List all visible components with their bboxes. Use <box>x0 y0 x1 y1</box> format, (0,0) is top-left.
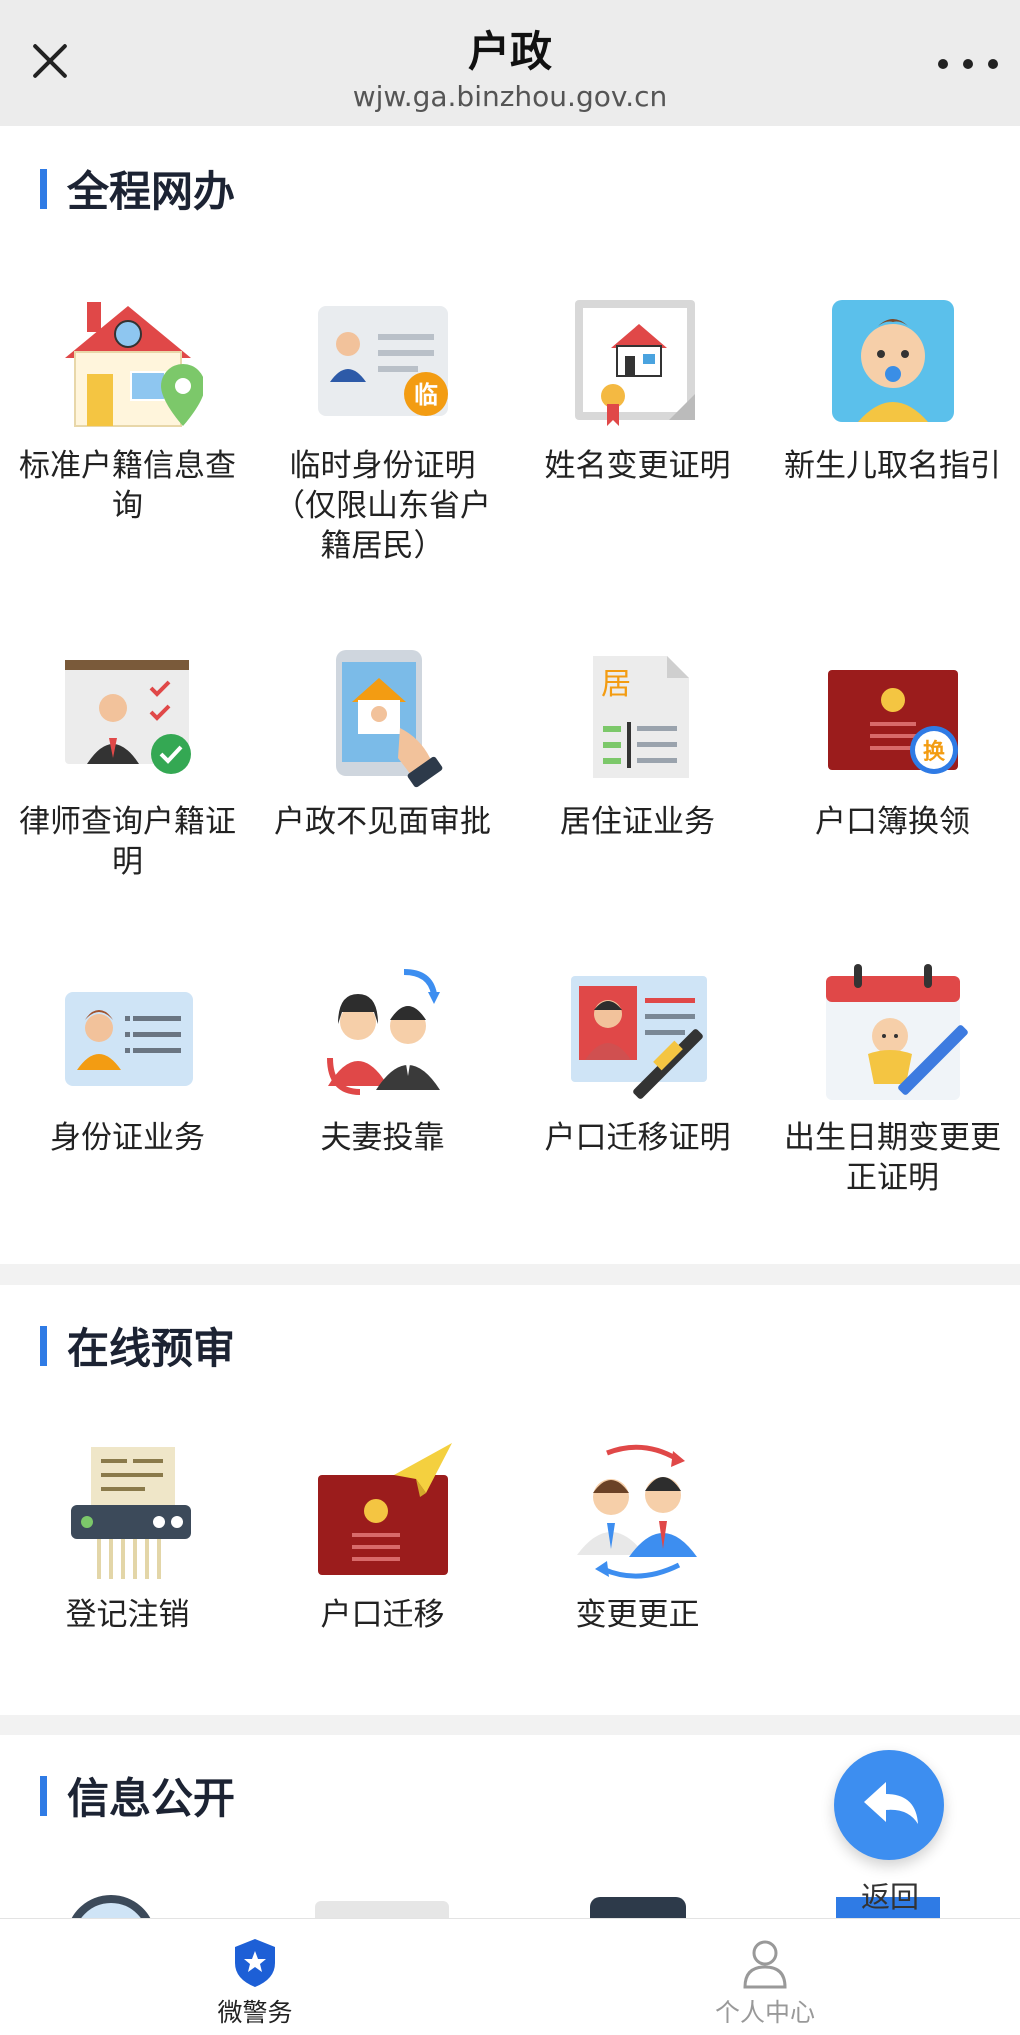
svg-text:临: 临 <box>414 381 438 409</box>
service-tile-birthdate-correction[interactable]: 出生日期变更更正证明 <box>765 958 1020 1198</box>
top-bar: 户政 wjw.ga.binzhou.gov.cn <box>0 0 1020 126</box>
tile-label: 身份证业务 <box>50 1120 205 1156</box>
tile-label: 户口簿换领 <box>815 804 970 840</box>
id-card-icon <box>53 958 203 1108</box>
nav-item-micro-police[interactable]: 微警务 <box>0 1919 510 2035</box>
people-swap-icon <box>563 1435 713 1585</box>
service-tile-name-change[interactable]: 姓名变更证明 <box>510 286 765 486</box>
section-title: 在线预审 <box>67 1324 236 1373</box>
nav-label: 个人中心 <box>714 1998 815 2027</box>
calendar-baby-icon <box>818 958 968 1108</box>
service-tile-deregistration[interactable]: 登记注销 <box>0 1435 255 1635</box>
lawyer-checklist-icon <box>53 642 203 792</box>
tile-label: 律师查询户籍证明 <box>19 804 236 880</box>
magnifier-icon <box>66 1895 156 1918</box>
residence-document-icon: 居 <box>563 642 713 792</box>
service-tile-change-correction[interactable]: 变更更正 <box>510 1435 765 1635</box>
tile-label: 居住证业务 <box>560 804 715 840</box>
shredder-icon <box>53 1435 203 1585</box>
service-tile-migration[interactable]: 户口迁移 <box>255 1435 510 1635</box>
bottom-nav: 微警务 个人中心 <box>0 1918 1020 2035</box>
section-online-review: 在线预审 登记注销 户口迁移 变更更正 <box>0 1285 1020 1715</box>
section-marker <box>40 1325 47 1366</box>
tile-label: 姓名变更证明 <box>544 448 731 484</box>
more-menu-icon[interactable] <box>938 44 998 84</box>
service-tile-newborn-naming[interactable]: 新生儿取名指引 <box>765 286 1020 486</box>
svg-text:居: 居 <box>601 667 631 702</box>
page-url: wjw.ga.binzhou.gov.cn <box>352 80 668 113</box>
service-tile-spouse-relocation[interactable]: 夫妻投靠 <box>255 958 510 1158</box>
tile-label: 新生儿取名指引 <box>784 448 1001 484</box>
service-tile-lawyer-query[interactable]: 律师查询户籍证明 <box>0 642 255 882</box>
section-full-online: 全程网办 标准户籍信息查询 临 临时身份证明（仅限山东省户籍居民） 姓名变更证明… <box>0 126 1020 1264</box>
tile-label: 登记注销 <box>65 1597 190 1633</box>
section-marker <box>40 168 47 209</box>
section-marker <box>40 1775 47 1816</box>
tablet-touch-icon <box>308 642 458 792</box>
tile-label: 变更更正 <box>575 1597 700 1633</box>
service-tile-id-card[interactable]: 身份证业务 <box>0 958 255 1158</box>
service-tile-contactless-approval[interactable]: 户政不见面审批 <box>255 642 510 842</box>
person-icon <box>741 1937 789 1989</box>
service-tile-temporary-id[interactable]: 临 临时身份证明（仅限山东省户籍居民） <box>255 286 510 566</box>
id-card-pen-icon <box>563 958 713 1108</box>
nav-label: 微警务 <box>217 1998 293 2027</box>
book-paper-plane-icon <box>308 1435 458 1585</box>
section-title: 全程网办 <box>67 167 236 216</box>
service-tile-household-info-query[interactable]: 标准户籍信息查询 <box>0 286 255 526</box>
service-tile-residence-permit[interactable]: 居 居住证业务 <box>510 642 765 842</box>
tile-label: 户口迁移证明 <box>544 1120 731 1156</box>
tile-label: 临时身份证明（仅限山东省户籍居民） <box>274 448 491 564</box>
police-badge-icon <box>231 1937 279 1989</box>
service-tile-migration-certificate[interactable]: 户口迁移证明 <box>510 958 765 1158</box>
section-title: 信息公开 <box>67 1774 236 1823</box>
svg-text:换: 换 <box>922 739 945 765</box>
page-title: 户政 <box>467 27 552 76</box>
temporary-id-card-icon: 临 <box>308 286 458 436</box>
tile-label: 标准户籍信息查询 <box>19 448 236 524</box>
baby-icon <box>818 286 968 436</box>
return-label[interactable]: 返回 <box>820 1874 960 1916</box>
tile-label: 户政不见面审批 <box>274 804 491 840</box>
badge-icon <box>590 1897 686 1918</box>
certificate-house-icon <box>563 286 713 436</box>
return-arrow-icon <box>864 1782 918 1824</box>
document-icon <box>315 1901 449 1918</box>
house-location-icon <box>53 286 205 436</box>
return-button[interactable] <box>834 1750 944 1860</box>
nav-item-personal-center[interactable]: 个人中心 <box>510 1919 1020 2035</box>
household-book-exchange-icon: 换 <box>818 642 968 792</box>
couple-icon <box>308 958 458 1108</box>
tile-label: 户口迁移 <box>320 1597 445 1633</box>
tile-label: 出生日期变更更正证明 <box>784 1120 1001 1196</box>
tile-label: 夫妻投靠 <box>320 1120 445 1156</box>
service-tile-household-book-exchange[interactable]: 换 户口簿换领 <box>765 642 1020 842</box>
